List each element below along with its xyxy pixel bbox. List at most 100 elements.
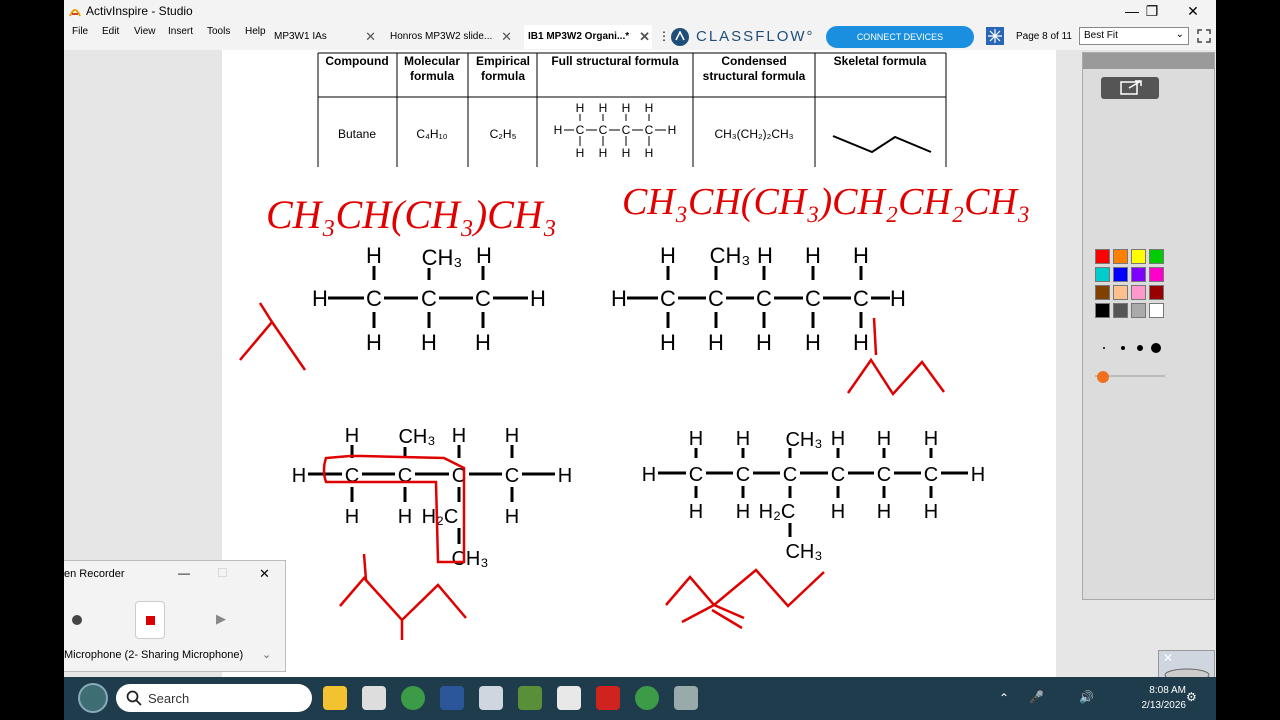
menu-view[interactable]: View xyxy=(134,26,156,37)
width-slider[interactable] xyxy=(1095,371,1165,383)
clock-time[interactable]: 8:08 AM xyxy=(1120,685,1186,696)
fullscreen-icon[interactable] xyxy=(1196,28,1212,44)
tab-mp3w1-ias[interactable]: MP3W1 IAs ✕ xyxy=(270,25,378,49)
svg-text:H: H xyxy=(890,286,906,311)
palette-swatch[interactable] xyxy=(1095,267,1110,282)
taskbar-search[interactable]: Search xyxy=(116,684,312,712)
svg-text:H: H xyxy=(689,428,703,450)
tray-chevron-up-icon[interactable]: ⌃ xyxy=(999,691,1009,705)
microphone-select[interactable]: Microphone (2- Sharing Microphone) xyxy=(64,649,243,661)
palette-swatch[interactable] xyxy=(1131,303,1146,318)
play-icon[interactable]: ▶ xyxy=(216,611,226,627)
skeletal-sketch-1 xyxy=(239,302,307,371)
tab-label: MP3W1 IAs xyxy=(274,31,327,42)
chrome-icon-2[interactable] xyxy=(635,686,659,710)
palette-swatch[interactable] xyxy=(1113,249,1128,264)
svg-text:H: H xyxy=(853,330,869,355)
toolbox-header[interactable] xyxy=(1083,53,1214,69)
flipchart-page[interactable]: Compound Molecular formula Empirical formu… xyxy=(222,50,1056,677)
microphone-icon[interactable]: 🎤 xyxy=(1029,690,1044,704)
svg-text:C: C xyxy=(421,286,437,311)
palette-swatch[interactable] xyxy=(1095,249,1110,264)
svg-text:C: C xyxy=(805,286,821,311)
cell-condensed: CH₃(CH₂)₂CH₃ xyxy=(714,127,793,141)
svg-text:C: C xyxy=(645,123,654,137)
palette-swatch[interactable] xyxy=(1131,285,1146,300)
chrome-icon[interactable] xyxy=(401,686,425,710)
tab-close-icon[interactable]: ✕ xyxy=(639,29,650,45)
menu-tools[interactable]: Tools xyxy=(207,26,230,37)
svg-text:H: H xyxy=(366,330,382,355)
svg-text:H: H xyxy=(622,101,631,115)
tab-honros-mp3w2[interactable]: Honros MP3W2 slide... ✕ xyxy=(386,25,514,49)
svg-text:H: H xyxy=(554,123,563,137)
svg-text:H: H xyxy=(668,123,677,137)
svg-text:H: H xyxy=(877,501,891,523)
width-slider-handle[interactable] xyxy=(1097,371,1109,383)
stop-icon xyxy=(146,616,155,625)
palette-swatch[interactable] xyxy=(1131,267,1146,282)
app-grid-icon[interactable] xyxy=(518,686,542,710)
palette-swatch[interactable] xyxy=(1113,267,1128,282)
trash-close-icon[interactable]: ✕ xyxy=(1163,651,1173,665)
snowflake-icon[interactable] xyxy=(986,27,1004,45)
cell-molecular: C₄H₁₀ xyxy=(416,127,447,141)
maximize-button[interactable]: ❐ xyxy=(1132,1,1172,21)
activinspire-taskbar-icon[interactable] xyxy=(479,686,503,710)
palette-swatch[interactable] xyxy=(1113,303,1128,318)
header-molecular: Molecular formula xyxy=(404,54,460,83)
svg-text:H: H xyxy=(366,243,382,268)
flipchart-content: Compound Molecular formula Empirical formu… xyxy=(239,52,1030,640)
menu-file[interactable]: File xyxy=(72,26,88,37)
start-button[interactable] xyxy=(78,683,108,713)
notepad-icon[interactable] xyxy=(362,686,386,710)
svg-text:H: H xyxy=(805,330,821,355)
recorder-close-button[interactable]: ✕ xyxy=(259,566,270,582)
svg-text:H: H xyxy=(645,146,654,160)
file-explorer-icon[interactable] xyxy=(323,686,347,710)
menu-help[interactable]: Help xyxy=(245,26,266,37)
palette-swatch[interactable] xyxy=(1131,249,1146,264)
menu-insert[interactable]: Insert xyxy=(168,26,193,37)
notification-icon[interactable]: ⚙ xyxy=(1186,690,1197,704)
connect-devices-button[interactable]: CONNECT DEVICES xyxy=(826,26,974,48)
pen-width-dots[interactable] xyxy=(1095,343,1163,353)
svg-text:H: H xyxy=(452,425,466,447)
tabs-more-icon[interactable]: ⋮ xyxy=(658,29,670,43)
palette-swatch[interactable] xyxy=(1095,303,1110,318)
palette-swatch[interactable] xyxy=(1095,285,1110,300)
acrobat-icon[interactable] xyxy=(596,686,620,710)
classflow-logo-text: CLASSFLOW° xyxy=(696,28,815,45)
dashboard-button[interactable] xyxy=(1101,77,1159,99)
tab-label: IB1 MP3W2 Organi...* xyxy=(528,31,630,42)
record-button[interactable] xyxy=(72,615,82,625)
clock-date[interactable]: 2/13/2026 xyxy=(1120,700,1187,711)
snipping-tool-icon[interactable] xyxy=(557,686,581,710)
volume-icon[interactable]: 🔊 xyxy=(1079,690,1094,704)
svg-text:C: C xyxy=(853,286,869,311)
palette-swatch[interactable] xyxy=(1149,303,1164,318)
palette-swatch[interactable] xyxy=(1149,285,1164,300)
svg-text:H: H xyxy=(576,101,585,115)
svg-text:CH₃: CH₃ xyxy=(398,426,435,448)
tab-close-icon[interactable]: ✕ xyxy=(365,29,376,45)
palette-swatch[interactable] xyxy=(1113,285,1128,300)
zoom-select[interactable]: Best Fit ⌄ xyxy=(1079,27,1189,45)
svg-text:H: H xyxy=(345,425,359,447)
chevron-down-icon: ⌄ xyxy=(1175,29,1184,40)
word-icon[interactable] xyxy=(440,686,464,710)
tab-close-icon[interactable]: ✕ xyxy=(501,29,512,45)
palette-swatch[interactable] xyxy=(1149,267,1164,282)
menu-edit[interactable]: Edit xyxy=(102,26,119,37)
page-indicator: Page 8 of 11 xyxy=(1016,31,1072,42)
palette-swatch[interactable] xyxy=(1149,249,1164,264)
svg-text:C: C xyxy=(689,464,703,486)
close-button[interactable]: ✕ xyxy=(1173,1,1213,21)
tab-ib1-mp3w2-active[interactable]: IB1 MP3W2 Organi...* ✕ xyxy=(524,25,652,49)
recorder-minimize-button[interactable]: — xyxy=(178,566,190,580)
cell-empirical: C₂H₅ xyxy=(490,127,517,141)
stop-button[interactable] xyxy=(135,601,165,639)
svg-text:CH₃: CH₃ xyxy=(785,541,822,563)
zoom-value: Best Fit xyxy=(1084,30,1118,41)
usb-device-icon[interactable] xyxy=(674,686,698,710)
